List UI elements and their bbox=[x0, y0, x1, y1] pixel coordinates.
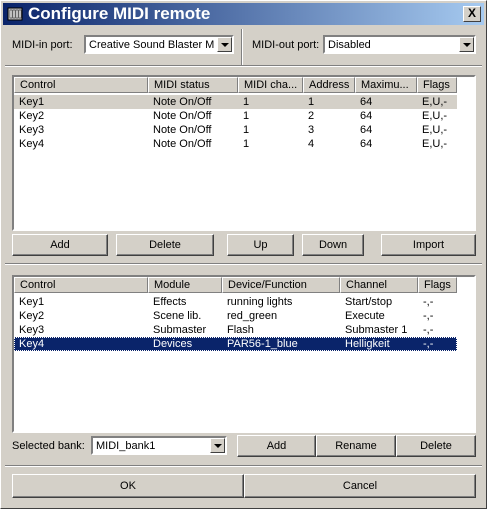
mapping-delete-button[interactable]: Delete bbox=[116, 234, 214, 256]
midi-out-port-select[interactable]: Disabled bbox=[323, 35, 476, 54]
cell-control: Key3 bbox=[19, 324, 45, 336]
cell-midi-status: Note On/Off bbox=[153, 138, 212, 150]
cell-channel: Helligkeit bbox=[345, 338, 390, 350]
cell-control: Key1 bbox=[19, 96, 45, 108]
cell-control: Key4 bbox=[19, 338, 45, 350]
function-row-key4[interactable]: Key4 Devices PAR56-1_blue Helligkeit -,- bbox=[14, 337, 457, 351]
cell-flags: -,- bbox=[423, 338, 434, 350]
cell-channel: Execute bbox=[345, 310, 385, 322]
cell-control: Key2 bbox=[19, 110, 45, 122]
cell-flags: -,- bbox=[423, 324, 434, 336]
cell-device-function: Flash bbox=[227, 324, 254, 336]
bank-rename-button[interactable]: Rename bbox=[316, 435, 396, 457]
function-row-key2[interactable]: Key2 Scene lib. red_green Execute -,- bbox=[14, 309, 457, 323]
chevron-down-icon[interactable] bbox=[210, 438, 225, 453]
mapping-row-key1[interactable]: Key1 Note On/Off 1 1 64 E,U,- bbox=[14, 95, 457, 109]
cell-midi-status: Note On/Off bbox=[153, 124, 212, 136]
cell-flags: E,U,- bbox=[422, 138, 448, 150]
midi-out-value: Disabled bbox=[328, 39, 371, 51]
cell-module: Submaster bbox=[153, 324, 207, 336]
cell-device-function: red_green bbox=[227, 310, 278, 322]
cell-channel: Start/stop bbox=[345, 296, 393, 308]
move-up-button[interactable]: Up bbox=[227, 234, 294, 256]
cell-control: Key2 bbox=[19, 310, 45, 322]
cell-module: Scene lib. bbox=[153, 310, 202, 322]
col-midi-channel[interactable]: MIDI cha... bbox=[238, 77, 303, 93]
col-flags[interactable]: Flags bbox=[417, 77, 457, 93]
selected-bank-label: Selected bank: bbox=[12, 440, 85, 452]
mapping-add-button[interactable]: Add bbox=[12, 234, 108, 256]
configure-midi-remote-window: Configure MIDI remote X MIDI-in port: Cr… bbox=[0, 0, 487, 509]
cell-midi-channel: 1 bbox=[243, 110, 250, 122]
cell-address: 1 bbox=[308, 96, 315, 108]
cell-midi-channel: 1 bbox=[243, 124, 250, 136]
port-divider bbox=[241, 29, 243, 65]
cell-midi-channel: 1 bbox=[243, 138, 250, 150]
midi-in-value: Creative Sound Blaster MP bbox=[89, 39, 215, 51]
cancel-button[interactable]: Cancel bbox=[244, 474, 476, 498]
cell-control: Key3 bbox=[19, 124, 45, 136]
bank-value: MIDI_bank1 bbox=[96, 440, 156, 452]
window-title: Configure MIDI remote bbox=[28, 4, 211, 23]
cell-maximum: 64 bbox=[360, 110, 373, 122]
cell-flags: -,- bbox=[423, 296, 434, 308]
close-button[interactable]: X bbox=[463, 6, 481, 22]
cell-midi-channel: 1 bbox=[243, 96, 250, 108]
mapping-row-key2[interactable]: Key2 Note On/Off 1 2 64 E,U,- bbox=[14, 109, 457, 123]
cell-channel: Submaster 1 bbox=[345, 324, 408, 336]
mapping-row-key3[interactable]: Key3 Note On/Off 1 3 64 E,U,- bbox=[14, 123, 457, 137]
cell-control: Key1 bbox=[19, 296, 45, 308]
col-midi-status[interactable]: MIDI status bbox=[148, 77, 238, 93]
cell-maximum: 64 bbox=[360, 124, 373, 136]
ok-button[interactable]: OK bbox=[12, 474, 244, 498]
cell-flags: E,U,- bbox=[422, 110, 448, 122]
col-control[interactable]: Control bbox=[14, 77, 148, 93]
cell-flags: -,- bbox=[423, 310, 434, 322]
port-separator bbox=[5, 65, 482, 67]
section-separator bbox=[5, 263, 482, 265]
cell-midi-status: Note On/Off bbox=[153, 96, 212, 108]
midi-out-label: MIDI-out port: bbox=[252, 39, 320, 51]
col-control[interactable]: Control bbox=[14, 277, 148, 293]
cell-module: Effects bbox=[153, 296, 187, 308]
mapping-row-key4[interactable]: Key4 Note On/Off 1 4 64 E,U,- bbox=[14, 137, 457, 151]
function-row-key1[interactable]: Key1 Effects running lights Start/stop -… bbox=[14, 295, 457, 309]
cell-module: Devices bbox=[153, 338, 193, 350]
chevron-down-icon[interactable] bbox=[217, 37, 232, 52]
function-row-key3[interactable]: Key3 Submaster Flash Submaster 1 -,- bbox=[14, 323, 457, 337]
cell-maximum: 64 bbox=[360, 96, 373, 108]
cell-flags: E,U,- bbox=[422, 124, 448, 136]
footer-separator bbox=[5, 465, 482, 467]
cell-control: Key4 bbox=[19, 138, 45, 150]
title-bar[interactable]: Configure MIDI remote X bbox=[3, 3, 484, 25]
bank-add-button[interactable]: Add bbox=[237, 435, 316, 457]
cell-midi-status: Note On/Off bbox=[153, 110, 212, 122]
col-module[interactable]: Module bbox=[148, 277, 222, 293]
col-channel[interactable]: Channel bbox=[340, 277, 418, 293]
bank-select[interactable]: MIDI_bank1 bbox=[91, 436, 227, 455]
midi-in-label: MIDI-in port: bbox=[12, 39, 73, 51]
cell-maximum: 64 bbox=[360, 138, 373, 150]
cell-address: 2 bbox=[308, 110, 315, 122]
cell-device-function: running lights bbox=[227, 296, 293, 308]
midi-app-icon bbox=[7, 7, 23, 21]
col-flags[interactable]: Flags bbox=[418, 277, 457, 293]
chevron-down-icon[interactable] bbox=[459, 37, 474, 52]
col-address[interactable]: Address bbox=[303, 77, 355, 93]
cell-flags: E,U,- bbox=[422, 96, 448, 108]
bank-delete-button[interactable]: Delete bbox=[396, 435, 476, 457]
close-icon: X bbox=[467, 6, 476, 20]
col-device-function[interactable]: Device/Function bbox=[222, 277, 340, 293]
cell-device-function: PAR56-1_blue bbox=[227, 338, 298, 350]
cell-address: 4 bbox=[308, 138, 315, 150]
col-maximum[interactable]: Maximu... bbox=[355, 77, 417, 93]
midi-mapping-list[interactable]: Control MIDI status MIDI cha... Address … bbox=[12, 75, 476, 231]
cell-address: 3 bbox=[308, 124, 315, 136]
function-assignment-list[interactable]: Control Module Device/Function Channel F… bbox=[12, 275, 476, 433]
midi-in-port-select[interactable]: Creative Sound Blaster MP bbox=[84, 35, 234, 54]
import-button[interactable]: Import bbox=[381, 234, 476, 256]
move-down-button[interactable]: Down bbox=[302, 234, 364, 256]
